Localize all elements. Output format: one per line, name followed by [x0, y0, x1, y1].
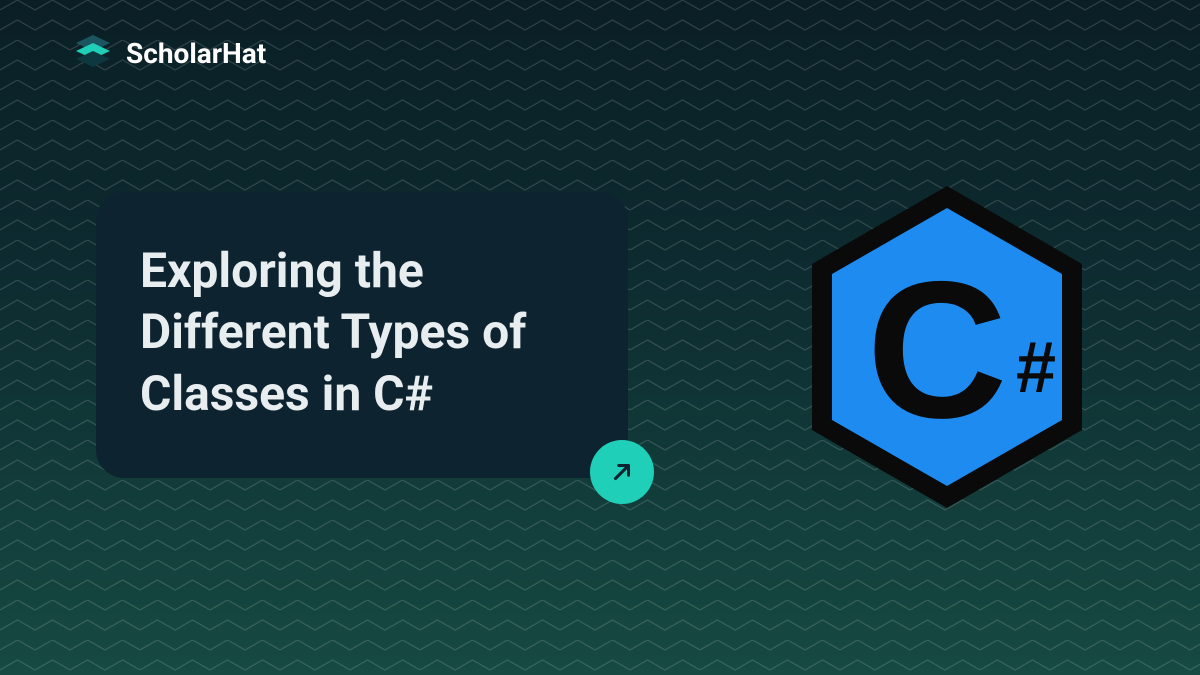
arrow-badge — [590, 440, 654, 504]
page-title: Exploring the Different Types of Classes… — [140, 240, 584, 424]
csharp-hash: # — [1016, 328, 1056, 408]
scholarhat-icon — [72, 32, 114, 74]
brand-name: ScholarHat — [126, 37, 266, 70]
brand-logo: ScholarHat — [72, 32, 266, 74]
arrow-up-right-icon — [609, 459, 635, 485]
csharp-hexagon-logo: C # — [772, 172, 1122, 522]
csharp-letter: C — [867, 241, 1008, 459]
title-card: Exploring the Different Types of Classes… — [96, 192, 628, 478]
